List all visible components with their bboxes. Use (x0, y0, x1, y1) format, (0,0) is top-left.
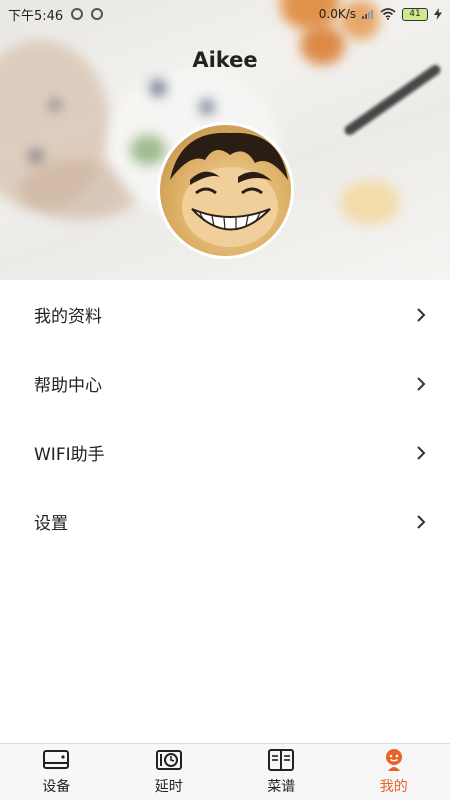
avatar-image (170, 132, 288, 247)
timer-icon (155, 750, 182, 770)
chevron-right-icon (417, 514, 426, 529)
avatar[interactable] (157, 122, 294, 259)
bottom-tab-bar: 设备 延时 菜谱 我的 (0, 743, 450, 800)
menu-item-label: WIFI助手 (34, 445, 105, 465)
chevron-right-icon (417, 307, 426, 322)
menu-item-my-profile[interactable]: 我的资料 (0, 280, 450, 349)
tab-mine[interactable]: 我的 (338, 748, 450, 796)
battery-icon: 41 (402, 7, 428, 21)
menu-item-label: 设置 (34, 514, 68, 534)
battery-level: 41 (409, 9, 421, 19)
wifi-icon (380, 8, 396, 20)
notification-dot-icon (91, 8, 104, 20)
settings-menu: 我的资料 帮助中心 WIFI助手 设置 (0, 280, 450, 556)
status-time: 下午5:46 (8, 8, 64, 24)
menu-item-label: 我的资料 (34, 307, 102, 327)
tab-label: 设备 (42, 779, 71, 795)
status-bar: 下午5:46 0.0K/s 41 (0, 0, 450, 28)
menu-item-help-center[interactable]: 帮助中心 (0, 349, 450, 418)
device-icon (43, 750, 70, 769)
signal-icon (362, 10, 373, 19)
chevron-right-icon (417, 445, 426, 460)
chevron-right-icon (417, 376, 426, 391)
notification-dot-icon (71, 8, 84, 20)
tab-recipes[interactable]: 菜谱 (225, 748, 337, 796)
username: Aikee (192, 48, 258, 72)
tab-device[interactable]: 设备 (0, 748, 112, 796)
tab-label: 菜谱 (267, 779, 296, 795)
network-speed: 0.0K/s (318, 7, 356, 21)
tab-label: 我的 (379, 779, 408, 795)
menu-item-wifi-assistant[interactable]: WIFI助手 (0, 418, 450, 487)
menu-item-label: 帮助中心 (34, 376, 102, 396)
menu-item-settings[interactable]: 设置 (0, 487, 450, 556)
tab-label: 延时 (154, 779, 183, 795)
tab-timer[interactable]: 延时 (113, 748, 225, 796)
recipe-book-icon (268, 749, 295, 771)
profile-icon (385, 749, 402, 771)
charging-icon (434, 8, 442, 20)
